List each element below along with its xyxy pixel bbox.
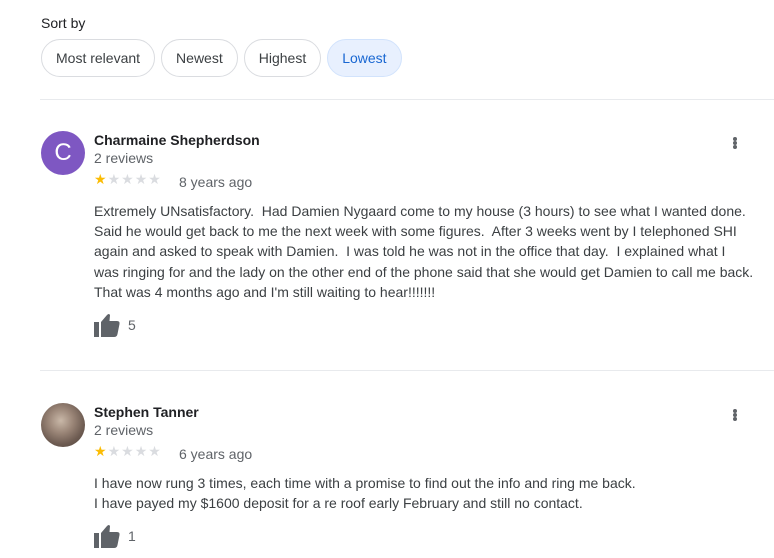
star-icon: ★ bbox=[148, 171, 161, 187]
divider bbox=[40, 99, 774, 100]
like-count: 5 bbox=[128, 317, 136, 333]
reviewer-name[interactable]: Stephen Tanner bbox=[94, 404, 199, 420]
review-text: Extremely UNsatisfactory. Had Damien Nyg… bbox=[94, 203, 761, 300]
sort-chips: Most relevant Newest Highest Lowest bbox=[41, 39, 402, 77]
star-icon: ★ bbox=[107, 443, 121, 459]
star-icon: ★ bbox=[94, 443, 107, 459]
star-icon: ★ bbox=[148, 443, 161, 459]
sort-most-relevant-chip[interactable]: Most relevant bbox=[41, 39, 156, 77]
photo-avatar[interactable] bbox=[41, 403, 85, 447]
review-card: Stephen Tanner 2 reviews ★ ★ ★ ★ ★ 6 yea… bbox=[41, 403, 761, 558]
sort-label: Sort by bbox=[41, 15, 86, 31]
star-icon: ★ bbox=[107, 171, 121, 187]
divider bbox=[40, 370, 774, 371]
star-icon: ★ bbox=[121, 443, 134, 459]
review-count[interactable]: 2 reviews bbox=[94, 150, 153, 166]
review-date: 8 years ago bbox=[179, 174, 253, 190]
reviewer-name[interactable]: Charmaine Shepherdson bbox=[94, 132, 260, 148]
review-card: C Charmaine Shepherdson 2 reviews ★ ★ ★ … bbox=[41, 131, 761, 346]
sort-newest-chip[interactable]: Newest bbox=[161, 39, 238, 77]
more-options-icon[interactable] bbox=[731, 405, 739, 425]
star-rating: ★ ★ ★ ★ ★ bbox=[94, 444, 161, 458]
avatar[interactable]: C bbox=[41, 131, 85, 175]
like-count: 1 bbox=[128, 528, 136, 544]
like-button[interactable]: 1 bbox=[94, 524, 136, 548]
thumbs-up-icon bbox=[94, 314, 120, 337]
star-icon: ★ bbox=[94, 171, 107, 187]
review-text: I have now rung 3 times, each time with … bbox=[94, 475, 636, 512]
review-count[interactable]: 2 reviews bbox=[94, 422, 153, 438]
more-options-icon[interactable] bbox=[731, 133, 739, 153]
like-button[interactable]: 5 bbox=[94, 313, 136, 337]
star-icon: ★ bbox=[134, 171, 148, 187]
sort-lowest-chip[interactable]: Lowest bbox=[327, 39, 402, 77]
review-date: 6 years ago bbox=[179, 446, 253, 462]
sort-highest-chip[interactable]: Highest bbox=[243, 39, 322, 77]
thumbs-up-icon bbox=[94, 525, 120, 548]
star-rating: ★ ★ ★ ★ ★ bbox=[94, 172, 161, 186]
star-icon: ★ bbox=[134, 443, 148, 459]
star-icon: ★ bbox=[121, 171, 134, 187]
